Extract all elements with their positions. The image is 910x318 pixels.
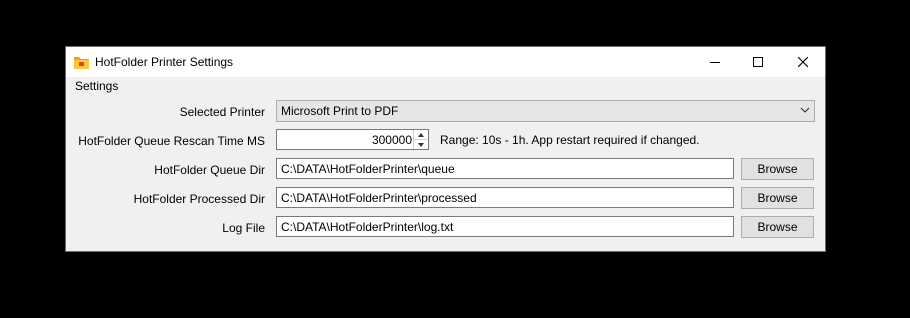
log-file-browse-button[interactable]: Browse — [741, 216, 814, 238]
chevron-down-icon — [800, 107, 810, 113]
queue-dir-input[interactable]: C:\DATA\HotFolderPrinter\queue — [276, 158, 734, 179]
stepper-buttons — [413, 130, 428, 149]
printer-select-value: Microsoft Print to PDF — [281, 104, 399, 118]
triangle-up-icon — [418, 132, 424, 137]
title-bar[interactable]: HotFolder Printer Settings — [66, 47, 825, 77]
processed-dir-label: HotFolder Processed Dir — [133, 192, 265, 206]
log-file-label: Log File — [222, 221, 265, 235]
log-file-input[interactable]: C:\DATA\HotFolderPrinter\log.txt — [276, 216, 734, 237]
window-title: HotFolder Printer Settings — [95, 55, 234, 69]
rescan-time-value: 300000 — [371, 133, 412, 147]
triangle-down-icon — [418, 142, 424, 147]
minimize-button[interactable] — [692, 47, 737, 77]
rescan-time-label: HotFolder Queue Rescan Time MS — [78, 134, 265, 148]
close-button[interactable] — [780, 47, 825, 77]
selected-printer-label: Selected Printer — [179, 105, 265, 119]
processed-dir-browse-button[interactable]: Browse — [741, 187, 814, 209]
rescan-hint: Range: 10s - 1h. App restart required if… — [440, 133, 700, 147]
stepper-up-button[interactable] — [414, 130, 428, 140]
group-label: Settings — [74, 79, 120, 93]
rescan-time-stepper[interactable]: 300000 — [276, 129, 429, 150]
queue-dir-label: HotFolder Queue Dir — [154, 163, 265, 177]
stepper-down-button[interactable] — [414, 140, 428, 149]
maximize-button[interactable] — [735, 47, 780, 77]
minimize-icon — [709, 62, 720, 63]
settings-window: HotFolder Printer Settings Settings Sele… — [65, 46, 826, 252]
folder-icon — [74, 57, 89, 69]
queue-dir-browse-button[interactable]: Browse — [741, 158, 814, 180]
printer-select[interactable]: Microsoft Print to PDF — [276, 100, 815, 122]
close-icon — [797, 57, 808, 67]
maximize-icon — [752, 57, 763, 67]
processed-dir-input[interactable]: C:\DATA\HotFolderPrinter\processed — [276, 187, 734, 208]
